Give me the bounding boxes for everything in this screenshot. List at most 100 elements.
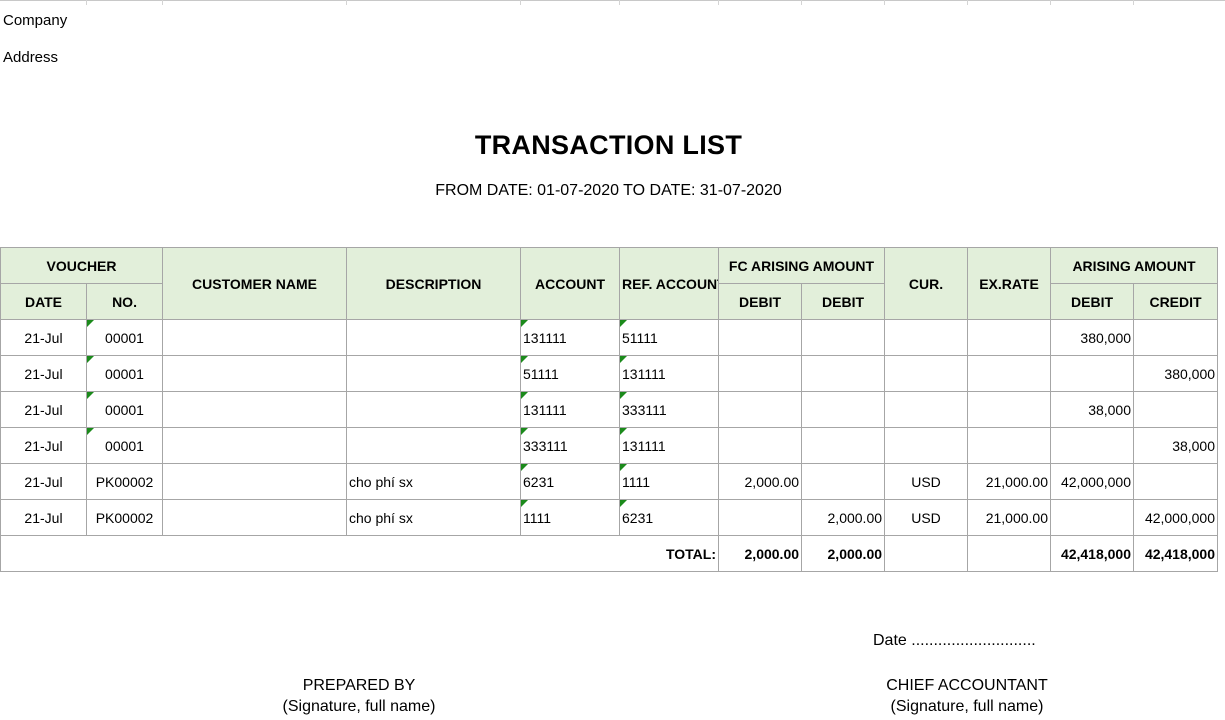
exchange-rate-cell[interactable]	[967, 391, 1052, 428]
voucher-no-cell[interactable]: 00001	[85, 355, 164, 392]
fc-debit-cell[interactable]	[718, 355, 803, 392]
exchange-rate-cell[interactable]	[967, 319, 1052, 356]
chief-accountant-label[interactable]: CHIEF ACCOUNTANT	[857, 677, 1077, 695]
header-date[interactable]: DATE	[0, 283, 87, 320]
total-currency-cell[interactable]	[884, 535, 969, 572]
voucher-no-cell[interactable]: PK00002	[85, 499, 164, 536]
account-cell[interactable]: 333111	[520, 427, 621, 464]
exchange-rate-cell[interactable]: 21,000.00	[967, 463, 1052, 500]
total-label[interactable]: TOTAL:	[0, 535, 720, 572]
header-ref-account[interactable]: REF. ACCOUNT	[619, 247, 720, 320]
debit-cell[interactable]: 380,000	[1050, 319, 1135, 356]
signature-date-line[interactable]: Date ............................	[873, 632, 1036, 650]
description-cell[interactable]	[346, 391, 522, 428]
account-cell[interactable]: 131111	[520, 391, 621, 428]
customer-cell[interactable]	[162, 391, 348, 428]
header-arising-amount[interactable]: ARISING AMOUNT	[1050, 247, 1219, 284]
header-account[interactable]: ACCOUNT	[520, 247, 621, 320]
prepared-by-label[interactable]: PREPARED BY	[259, 677, 459, 695]
prepared-by-signature-note[interactable]: (Signature, full name)	[259, 698, 459, 716]
header-fc-debit-2[interactable]: DEBIT	[801, 283, 886, 320]
header-customer-name[interactable]: CUSTOMER NAME	[162, 247, 348, 320]
header-fc-debit[interactable]: DEBIT	[718, 283, 803, 320]
header-voucher[interactable]: VOUCHER	[0, 247, 164, 284]
voucher-no-cell[interactable]: 00001	[85, 319, 164, 356]
voucher-no-cell[interactable]: 00001	[85, 427, 164, 464]
debit-cell[interactable]: 42,000,000	[1050, 463, 1135, 500]
fc-debit-2-cell[interactable]	[801, 427, 886, 464]
total-fc-debit-2[interactable]: 2,000.00	[801, 535, 886, 572]
currency-cell[interactable]	[884, 391, 969, 428]
fc-debit-2-cell[interactable]	[801, 463, 886, 500]
exchange-rate-cell[interactable]	[967, 427, 1052, 464]
currency-cell[interactable]: USD	[884, 499, 969, 536]
debit-cell[interactable]	[1050, 427, 1135, 464]
currency-cell[interactable]	[884, 319, 969, 356]
date-cell[interactable]: 21-Jul	[0, 427, 87, 464]
report-date-range[interactable]: FROM DATE: 01-07-2020 TO DATE: 31-07-202…	[0, 182, 1217, 200]
total-credit[interactable]: 42,418,000	[1133, 535, 1219, 572]
ref-account-cell[interactable]: 131111	[619, 355, 720, 392]
credit-cell[interactable]: 42,000,000	[1133, 499, 1219, 536]
account-cell[interactable]: 51111	[520, 355, 621, 392]
total-fc-debit[interactable]: 2,000.00	[718, 535, 803, 572]
account-cell[interactable]: 6231	[520, 463, 621, 500]
voucher-no-cell[interactable]: PK00002	[85, 463, 164, 500]
fc-debit-2-cell[interactable]: 2,000.00	[801, 499, 886, 536]
credit-cell[interactable]	[1133, 319, 1219, 356]
ref-account-cell[interactable]: 333111	[619, 391, 720, 428]
credit-cell[interactable]	[1133, 463, 1219, 500]
description-cell[interactable]	[346, 427, 522, 464]
fc-debit-cell[interactable]	[718, 391, 803, 428]
date-cell[interactable]: 21-Jul	[0, 319, 87, 356]
company-label[interactable]: Company	[3, 12, 67, 29]
account-cell[interactable]: 1111	[520, 499, 621, 536]
debit-cell[interactable]: 38,000	[1050, 391, 1135, 428]
currency-cell[interactable]: USD	[884, 463, 969, 500]
credit-cell[interactable]: 380,000	[1133, 355, 1219, 392]
voucher-no-cell[interactable]: 00001	[85, 391, 164, 428]
ref-account-cell[interactable]: 1111	[619, 463, 720, 500]
date-cell[interactable]: 21-Jul	[0, 499, 87, 536]
ref-account-cell[interactable]: 131111	[619, 427, 720, 464]
credit-cell[interactable]	[1133, 391, 1219, 428]
description-cell[interactable]: cho phí sx	[346, 463, 522, 500]
description-cell[interactable]	[346, 319, 522, 356]
credit-cell[interactable]: 38,000	[1133, 427, 1219, 464]
chief-accountant-signature-note[interactable]: (Signature, full name)	[857, 698, 1077, 716]
customer-cell[interactable]	[162, 499, 348, 536]
debit-cell[interactable]	[1050, 355, 1135, 392]
header-description[interactable]: DESCRIPTION	[346, 247, 522, 320]
header-exchange-rate[interactable]: EX.RATE	[967, 247, 1052, 320]
fc-debit-2-cell[interactable]	[801, 391, 886, 428]
header-credit[interactable]: CREDIT	[1133, 283, 1219, 320]
header-debit[interactable]: DEBIT	[1050, 283, 1135, 320]
total-exchange-rate-cell[interactable]	[967, 535, 1052, 572]
fc-debit-cell[interactable]: 2,000.00	[718, 463, 803, 500]
ref-account-cell[interactable]: 51111	[619, 319, 720, 356]
report-title[interactable]: TRANSACTION LIST	[0, 130, 1217, 161]
currency-cell[interactable]	[884, 427, 969, 464]
currency-cell[interactable]	[884, 355, 969, 392]
date-cell[interactable]: 21-Jul	[0, 391, 87, 428]
account-cell[interactable]: 131111	[520, 319, 621, 356]
header-fc-arising-amount[interactable]: FC ARISING AMOUNT	[718, 247, 886, 284]
address-label[interactable]: Address	[3, 49, 58, 66]
date-cell[interactable]: 21-Jul	[0, 463, 87, 500]
description-cell[interactable]	[346, 355, 522, 392]
debit-cell[interactable]	[1050, 499, 1135, 536]
date-cell[interactable]: 21-Jul	[0, 355, 87, 392]
customer-cell[interactable]	[162, 319, 348, 356]
customer-cell[interactable]	[162, 463, 348, 500]
ref-account-cell[interactable]: 6231	[619, 499, 720, 536]
description-cell[interactable]: cho phí sx	[346, 499, 522, 536]
header-voucher-no[interactable]: NO.	[85, 283, 164, 320]
total-debit[interactable]: 42,418,000	[1050, 535, 1135, 572]
customer-cell[interactable]	[162, 355, 348, 392]
fc-debit-cell[interactable]	[718, 319, 803, 356]
exchange-rate-cell[interactable]: 21,000.00	[967, 499, 1052, 536]
header-currency[interactable]: CUR.	[884, 247, 969, 320]
fc-debit-cell[interactable]	[718, 427, 803, 464]
customer-cell[interactable]	[162, 427, 348, 464]
fc-debit-2-cell[interactable]	[801, 355, 886, 392]
